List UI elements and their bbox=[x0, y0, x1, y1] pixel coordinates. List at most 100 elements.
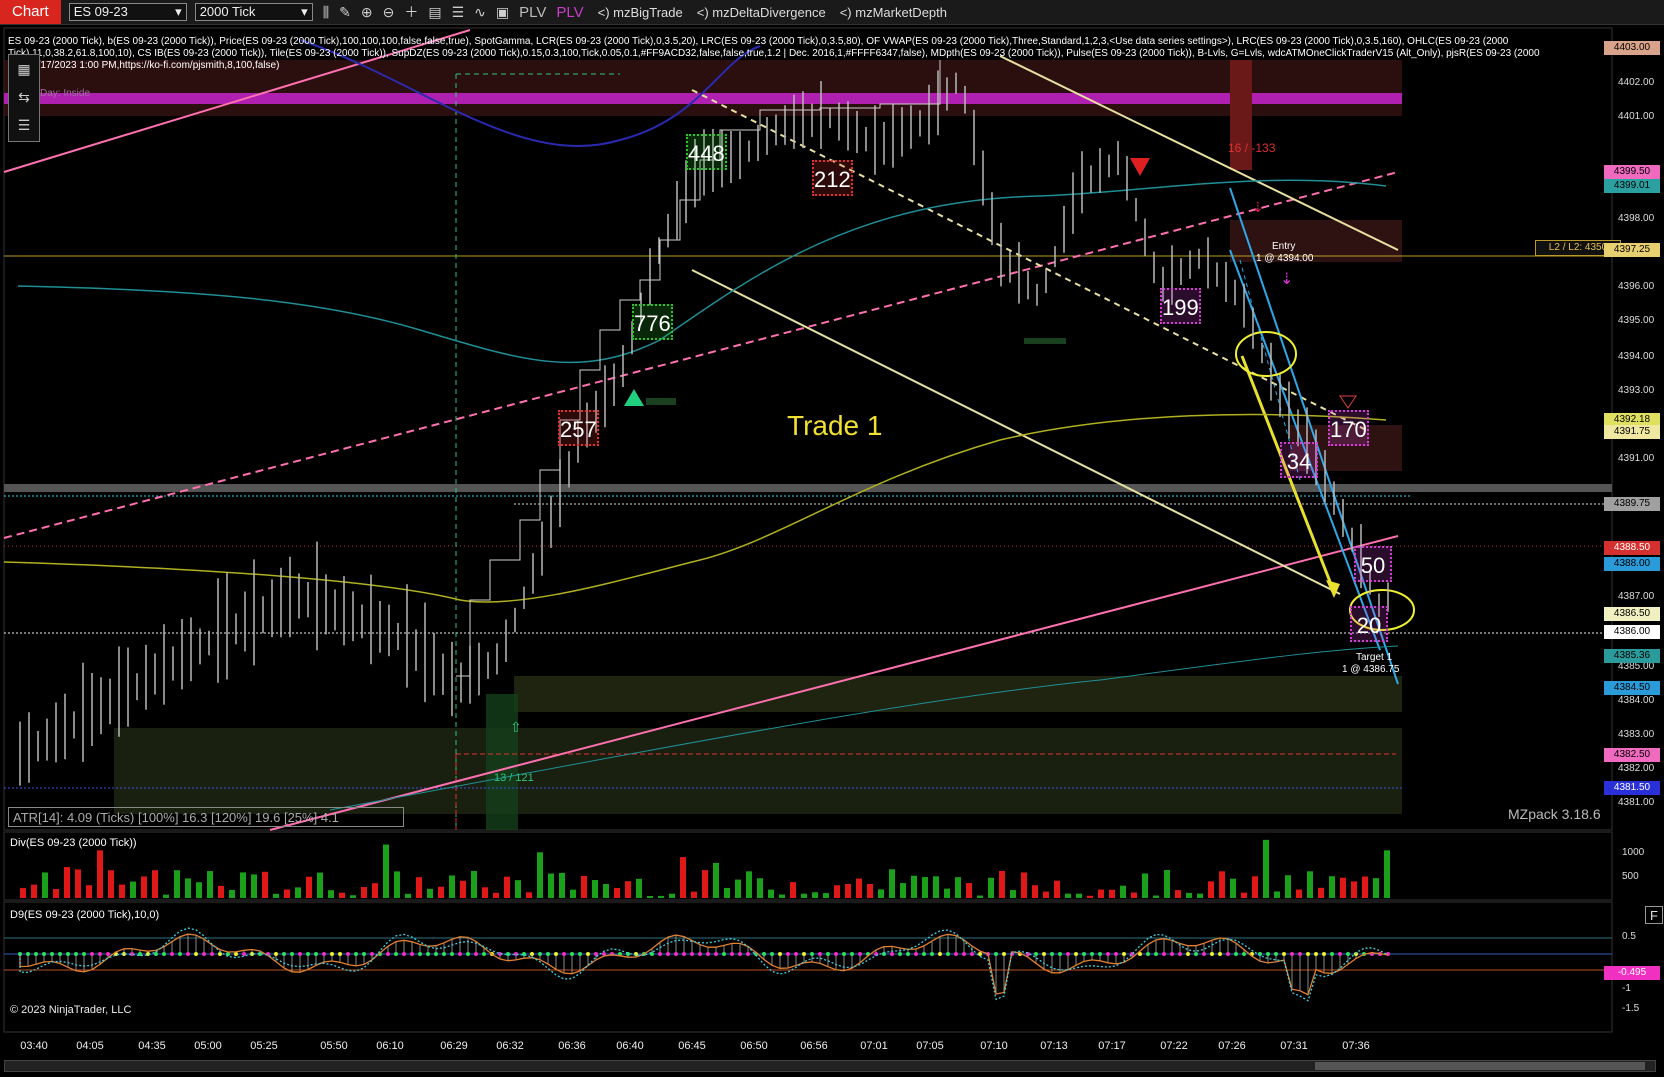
div-bar bbox=[680, 857, 686, 898]
div-bar bbox=[1329, 876, 1335, 898]
div-bar bbox=[988, 877, 994, 898]
d9-dot bbox=[1122, 952, 1126, 956]
d9-dot bbox=[338, 952, 342, 956]
div-bar bbox=[1021, 872, 1027, 898]
div-bar bbox=[801, 893, 807, 898]
d9-dot bbox=[1226, 952, 1230, 956]
div-bar bbox=[790, 882, 796, 898]
div-bar bbox=[768, 889, 774, 898]
div-bar bbox=[185, 878, 191, 898]
d9-dot bbox=[1178, 952, 1182, 956]
div-bar bbox=[592, 880, 598, 898]
d9-dot bbox=[1058, 952, 1062, 956]
d9-value-box: -0.495 bbox=[1604, 966, 1660, 980]
time-tick: 06:36 bbox=[558, 1040, 586, 1052]
delta-label-bottom: 13 / 121 bbox=[494, 772, 534, 784]
d9-dot bbox=[90, 952, 94, 956]
day-inside-label: Day: Inside bbox=[40, 88, 91, 99]
div-bar bbox=[537, 852, 543, 898]
div-bar bbox=[889, 869, 895, 898]
d9-dot bbox=[218, 952, 222, 956]
div-bar bbox=[449, 875, 455, 898]
sell-triangle-marker bbox=[1130, 158, 1150, 176]
d9-dot bbox=[1042, 952, 1046, 956]
div-bar bbox=[471, 870, 477, 898]
green-marker-bar-2 bbox=[1024, 338, 1066, 344]
d9-dot bbox=[442, 952, 446, 956]
delta-label-top: 16 / -133 bbox=[1228, 141, 1276, 155]
d9-dot bbox=[1322, 952, 1326, 956]
div-bar bbox=[1340, 877, 1346, 898]
price-tick: 4395.00 bbox=[1618, 315, 1655, 326]
div-bar bbox=[405, 893, 411, 898]
grid-icon[interactable]: ▦ bbox=[9, 55, 39, 83]
div-bar bbox=[306, 876, 312, 898]
menu-icon[interactable]: ☰ bbox=[9, 111, 39, 139]
d9-dot bbox=[922, 952, 926, 956]
div-bar bbox=[64, 867, 70, 898]
d9-dot bbox=[410, 952, 414, 956]
div-bar bbox=[658, 895, 664, 898]
d9-dot bbox=[850, 952, 854, 956]
div-bar bbox=[31, 884, 37, 898]
big-trade-box: 199 bbox=[1160, 288, 1201, 324]
f-button[interactable]: F bbox=[1645, 906, 1663, 924]
d9-dot bbox=[1218, 952, 1222, 956]
d9-dot bbox=[682, 952, 686, 956]
entry-title: Entry bbox=[1272, 241, 1296, 252]
div-bar bbox=[1208, 881, 1214, 898]
green-marker-bar bbox=[646, 398, 676, 405]
d9-dot bbox=[906, 952, 910, 956]
d9-dot bbox=[554, 952, 558, 956]
d9-dot bbox=[1338, 952, 1342, 956]
d9-dot bbox=[826, 952, 830, 956]
scrollbar-thumb[interactable] bbox=[1315, 1062, 1645, 1070]
div-bar bbox=[966, 883, 972, 898]
d9-dot bbox=[1034, 952, 1038, 956]
red-arrow-icon: ⇣ bbox=[1252, 200, 1264, 216]
div-bar bbox=[614, 887, 620, 898]
div-bar bbox=[1131, 892, 1137, 898]
div-bar bbox=[1296, 889, 1302, 898]
demand-zone-2 bbox=[114, 728, 1402, 814]
div-bar bbox=[1142, 873, 1148, 898]
target-detail: 1 @ 4386.75 bbox=[1342, 664, 1400, 675]
time-tick: 07:05 bbox=[916, 1040, 944, 1052]
d9-dot bbox=[570, 952, 574, 956]
div-bar bbox=[1362, 876, 1368, 898]
div-bar bbox=[42, 872, 48, 898]
d9-dot bbox=[1314, 952, 1318, 956]
pink-arrow-icon: ⇣ bbox=[1280, 269, 1293, 288]
d9-dot bbox=[722, 952, 726, 956]
arrows-icon[interactable]: ⇆ bbox=[9, 83, 39, 111]
d9-dot bbox=[930, 952, 934, 956]
div-bar bbox=[1230, 878, 1236, 898]
d9-dot bbox=[1306, 952, 1310, 956]
div-bar bbox=[1373, 878, 1379, 898]
div-bar bbox=[900, 883, 906, 898]
price-label-box: 4384.50 bbox=[1604, 681, 1660, 695]
div-bar bbox=[1318, 887, 1324, 898]
d9-dot bbox=[858, 952, 862, 956]
d9-orange-line bbox=[19, 933, 1389, 996]
div-bar bbox=[625, 881, 631, 898]
trade-label: Trade 1 bbox=[787, 410, 883, 441]
div-bar bbox=[20, 888, 26, 898]
time-tick: 07:13 bbox=[1040, 1040, 1068, 1052]
big-trade-box: 20 bbox=[1350, 606, 1388, 642]
div-bar bbox=[416, 877, 422, 898]
horizontal-scrollbar[interactable] bbox=[4, 1060, 1656, 1072]
d9-dot bbox=[474, 952, 478, 956]
time-tick: 06:10 bbox=[376, 1040, 404, 1052]
price-label-box: 4391.75 bbox=[1604, 425, 1660, 439]
div-bar bbox=[1197, 893, 1203, 898]
d9-dot bbox=[82, 952, 86, 956]
div-bar bbox=[460, 880, 466, 898]
d9-dot bbox=[106, 952, 110, 956]
div-bar bbox=[174, 870, 180, 898]
div-bar bbox=[1384, 850, 1390, 898]
price-tick: 4396.00 bbox=[1618, 281, 1655, 292]
d9-dot bbox=[458, 952, 462, 956]
div-bar bbox=[1175, 890, 1181, 898]
div-bar bbox=[955, 877, 961, 898]
